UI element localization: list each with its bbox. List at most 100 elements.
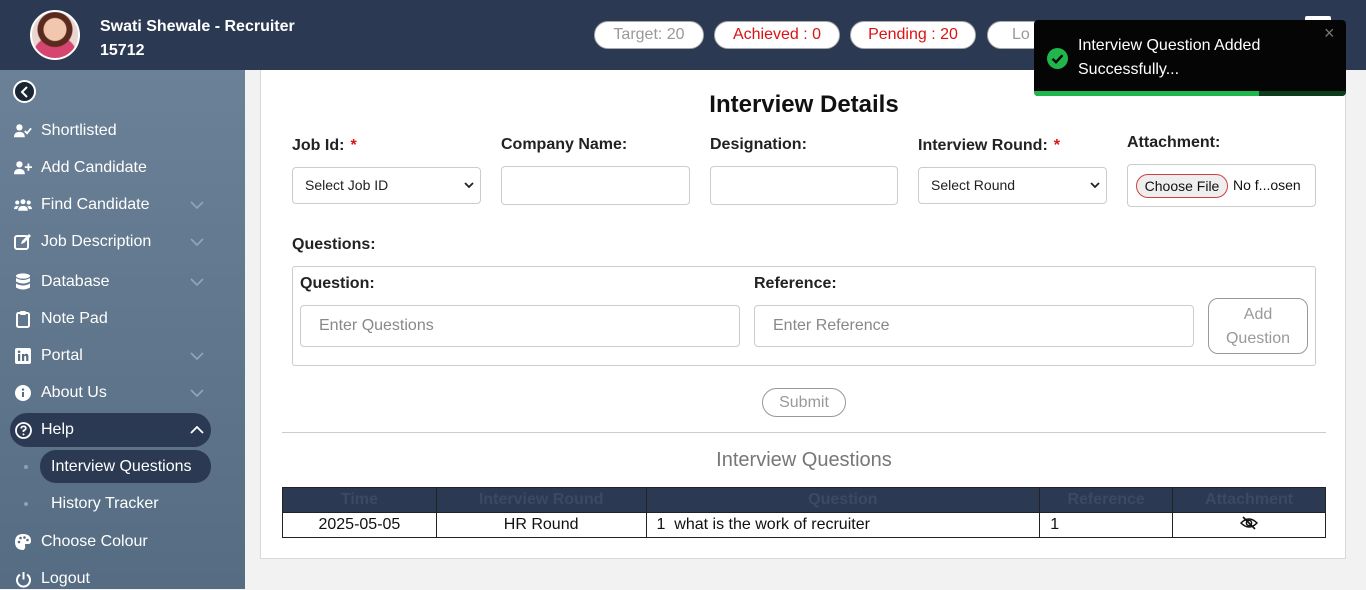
sidebar-item-job-description[interactable]: Job Description bbox=[14, 231, 151, 253]
table-header-row: Time Interview Round Question Reference … bbox=[282, 487, 1326, 513]
linkedin-icon bbox=[14, 347, 32, 365]
sidebar-item-shortlisted[interactable]: Shortlisted bbox=[14, 120, 117, 142]
achieved-badge: Achieved : 0 bbox=[714, 21, 840, 49]
chevron-down-icon bbox=[1090, 182, 1100, 189]
check-circle-icon bbox=[1047, 48, 1068, 69]
chevron-down-icon[interactable] bbox=[188, 196, 206, 214]
reference-label: Reference: bbox=[754, 275, 837, 292]
main-panel: Interview Details Job Id: * Select Job ID… bbox=[260, 70, 1346, 559]
chevron-down-icon bbox=[464, 182, 474, 189]
table-cell-time: 2025-05-05 bbox=[282, 512, 437, 538]
table-cell-question: 1 what is the work of recruiter bbox=[645, 512, 1041, 538]
sidebar-item-choose-colour[interactable]: Choose Colour bbox=[14, 531, 148, 553]
chevron-down-icon[interactable] bbox=[188, 273, 206, 291]
sidebar-item-label: About Us bbox=[41, 384, 107, 401]
target-badge: Target: 20 bbox=[594, 21, 704, 49]
sidebar-item-add-candidate[interactable]: Add Candidate bbox=[14, 157, 147, 179]
eye-slash-icon[interactable] bbox=[1239, 515, 1259, 530]
sidebar-item-database[interactable]: Database bbox=[14, 271, 110, 293]
collapse-sidebar-icon[interactable] bbox=[13, 80, 36, 103]
table-row: 2025-05-05 HR Round 1 what is the work o… bbox=[282, 512, 1326, 538]
file-status-text: No f...osen bbox=[1233, 177, 1301, 193]
sidebar-item-about-us[interactable]: About Us bbox=[14, 382, 107, 404]
avatar bbox=[30, 10, 80, 60]
designation-input[interactable] bbox=[710, 166, 898, 205]
table-header-cell: Attachment bbox=[1172, 487, 1326, 513]
database-icon bbox=[14, 273, 32, 291]
table-header-cell: Reference bbox=[1039, 487, 1174, 513]
sidebar-item-label: Find Candidate bbox=[41, 196, 150, 213]
pending-badge: Pending : 20 bbox=[850, 21, 976, 49]
required-mark: * bbox=[350, 137, 357, 154]
attachment-file-input[interactable]: Choose File No f...osen bbox=[1127, 164, 1316, 207]
sidebar-subitem-label: Interview Questions bbox=[51, 458, 192, 475]
submit-button[interactable]: Submit bbox=[762, 388, 846, 417]
user-info: Swati Shewale - Recruiter 15712 bbox=[100, 15, 295, 63]
interview-round-select-value: Select Round bbox=[931, 177, 1016, 193]
sidebar-item-portal[interactable]: Portal bbox=[14, 345, 83, 367]
interview-round-label-text: Interview Round: bbox=[918, 137, 1048, 154]
chevron-down-icon[interactable] bbox=[188, 233, 206, 251]
table-cell-attachment bbox=[1172, 512, 1326, 538]
user-check-icon bbox=[14, 122, 32, 140]
toast-progress-bar bbox=[1034, 91, 1259, 96]
sidebar-item-find-candidate[interactable]: Find Candidate bbox=[14, 194, 150, 216]
submenu-bullet bbox=[24, 465, 28, 469]
toast-progress-track bbox=[1034, 91, 1346, 96]
success-toast: Interview Question Added Successfully...… bbox=[1034, 20, 1346, 96]
close-icon[interactable]: × bbox=[1324, 24, 1335, 42]
add-question-button[interactable]: Add Question bbox=[1208, 298, 1308, 354]
question-label: Question: bbox=[300, 275, 375, 292]
table-cell-reference: 1 bbox=[1039, 512, 1174, 538]
reference-input[interactable]: Enter Reference bbox=[754, 305, 1194, 347]
sidebar-subitem-label: History Tracker bbox=[51, 495, 159, 512]
sidebar: Shortlisted Add Candidate Find Candidate… bbox=[0, 70, 245, 589]
table-cell-round: HR Round bbox=[435, 512, 647, 538]
sidebar-item-label: Database bbox=[41, 273, 110, 290]
sidebar-item-label: Choose Colour bbox=[41, 533, 148, 550]
sidebar-subitem-history-tracker[interactable]: History Tracker bbox=[51, 493, 159, 515]
toast-message-line2: Successfully... bbox=[1078, 61, 1180, 78]
interview-questions-table: Time Interview Round Question Reference … bbox=[282, 487, 1326, 538]
sidebar-item-help[interactable]: Help bbox=[14, 419, 74, 441]
chevron-up-icon[interactable] bbox=[188, 421, 206, 439]
chevron-down-icon[interactable] bbox=[188, 347, 206, 365]
table-title: Interview Questions bbox=[716, 449, 892, 471]
sidebar-item-label: Add Candidate bbox=[41, 159, 147, 176]
user-id: 15712 bbox=[100, 42, 145, 59]
power-icon bbox=[14, 570, 32, 588]
attachment-label: Attachment: bbox=[1127, 134, 1221, 151]
clipboard-icon bbox=[14, 310, 32, 328]
interview-round-select[interactable]: Select Round bbox=[918, 167, 1107, 204]
palette-icon bbox=[14, 533, 32, 551]
sidebar-item-label: Help bbox=[41, 421, 74, 438]
chevron-down-icon[interactable] bbox=[188, 384, 206, 402]
sidebar-subitem-interview-questions[interactable]: Interview Questions bbox=[40, 450, 211, 483]
table-header-cell: Question bbox=[645, 487, 1041, 513]
sidebar-item-label: Job Description bbox=[41, 233, 152, 250]
sidebar-item-logout[interactable]: Logout bbox=[14, 568, 90, 590]
company-name-input[interactable] bbox=[501, 166, 690, 205]
required-mark: * bbox=[1053, 137, 1061, 154]
questions-label: Questions: bbox=[292, 236, 376, 253]
users-icon bbox=[14, 196, 32, 214]
question-input[interactable]: Enter Questions bbox=[300, 305, 740, 347]
job-id-label: Job Id: * bbox=[292, 137, 357, 155]
add-question-label-line2: Question bbox=[1225, 330, 1291, 347]
question-circle-icon bbox=[14, 421, 32, 439]
questions-box: Question: Enter Questions Reference: Ent… bbox=[292, 266, 1316, 366]
sidebar-item-label: Portal bbox=[41, 347, 83, 364]
table-header-cell: Interview Round bbox=[435, 487, 647, 513]
choose-file-button[interactable]: Choose File bbox=[1136, 174, 1228, 198]
sidebar-item-note-pad[interactable]: Note Pad bbox=[14, 308, 108, 330]
submenu-bullet bbox=[24, 502, 28, 506]
interview-round-label: Interview Round: * bbox=[918, 137, 1060, 155]
sidebar-item-label: Shortlisted bbox=[41, 122, 117, 139]
add-question-label-line1: Add bbox=[1243, 306, 1273, 323]
job-id-select[interactable]: Select Job ID bbox=[292, 167, 481, 204]
divider bbox=[282, 432, 1326, 433]
user-name: Swati Shewale - Recruiter bbox=[100, 18, 295, 35]
toast-message: Interview Question Added Successfully... bbox=[1078, 34, 1260, 82]
sidebar-item-label: Note Pad bbox=[41, 310, 108, 327]
company-name-label: Company Name: bbox=[501, 136, 628, 153]
